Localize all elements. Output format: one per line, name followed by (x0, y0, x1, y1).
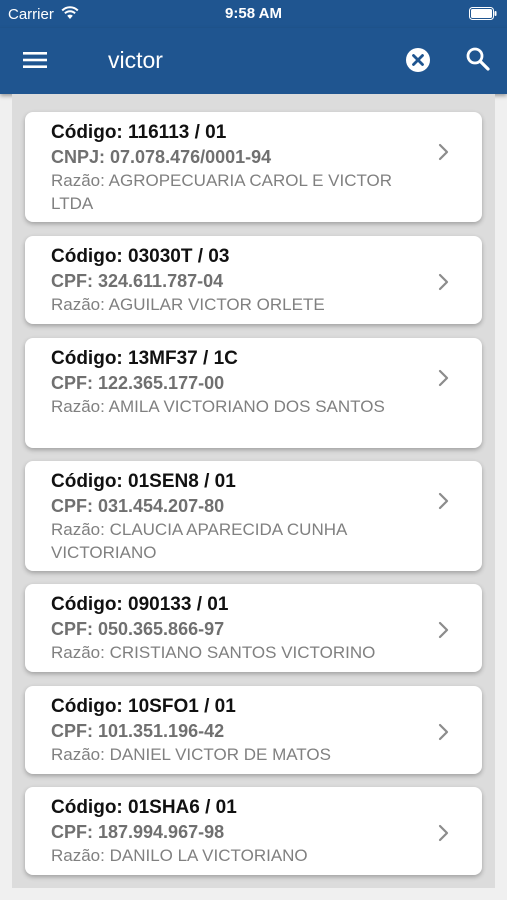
hamburger-menu-icon[interactable] (22, 47, 48, 73)
chevron-right-icon (438, 824, 449, 842)
chevron-right-icon (438, 143, 449, 161)
chevron-right-icon (438, 369, 449, 387)
result-card[interactable]: Código: 13MF37 / 1C CPF: 122.365.177-00 … (25, 338, 482, 448)
razao-label: Razão: AGROPECUARIA CAROL E VICTOR LTDA (51, 171, 393, 213)
battery-icon (469, 7, 497, 25)
chevron-right-icon (438, 492, 449, 510)
codigo-label: Código: 01SEN8 / 01 (51, 471, 236, 492)
chevron-right-icon (438, 621, 449, 639)
razao-label: Razão: DANILO LA VICTORIANO (51, 846, 308, 865)
codigo-label: Código: 116113 / 01 (51, 122, 227, 143)
document-label: CPF: 187.994.967-98 (51, 822, 225, 842)
chevron-right-icon (438, 723, 449, 741)
chevron-right-icon (438, 273, 449, 291)
razao-label: Razão: AGUILAR VICTOR ORLETE (51, 295, 325, 314)
razao-label: Razão: CLAUCIA APARECIDA CUNHA VICTORIAN… (51, 520, 347, 562)
clear-circle-icon[interactable] (405, 47, 431, 73)
razao-label: Razão: CRISTIANO SANTOS VICTORINO (51, 643, 376, 662)
document-label: CPF: 101.351.196-42 (51, 721, 225, 741)
results-list: Código: 116113 / 01 CNPJ: 07.078.476/000… (12, 94, 495, 888)
result-card[interactable]: Código: 01SEN8 / 01 CPF: 031.454.207-80 … (25, 461, 482, 571)
document-label: CPF: 031.454.207-80 (51, 496, 225, 516)
document-label: CPF: 122.365.177-00 (51, 373, 225, 393)
search-input[interactable] (108, 42, 378, 78)
result-card[interactable]: Código: 03030T / 03 CPF: 324.611.787-04 … (25, 236, 482, 324)
razao-label: Razão: DANIEL VICTOR DE MATOS (51, 745, 331, 764)
razao-label: Razão: AMILA VICTORIANO DOS SANTOS (51, 397, 385, 416)
result-card[interactable]: Código: 090133 / 01 CPF: 050.365.866-97 … (25, 584, 482, 672)
status-bar: Carrier 9:58 AM (0, 0, 507, 28)
document-label: CPF: 050.365.866-97 (51, 619, 225, 639)
document-label: CPF: 324.611.787-04 (51, 271, 224, 291)
codigo-label: Código: 10SFO1 / 01 (51, 696, 236, 717)
codigo-label: Código: 090133 / 01 (51, 594, 229, 615)
result-card[interactable]: Código: 01SHA6 / 01 CPF: 187.994.967-98 … (25, 787, 482, 875)
search-icon[interactable] (465, 46, 491, 72)
document-label: CNPJ: 07.078.476/0001-94 (51, 147, 272, 167)
app-bar (0, 28, 507, 94)
clock: 9:58 AM (225, 5, 282, 22)
codigo-label: Código: 03030T / 03 (51, 246, 230, 267)
result-card[interactable]: Código: 116113 / 01 CNPJ: 07.078.476/000… (25, 112, 482, 222)
codigo-label: Código: 13MF37 / 1C (51, 348, 238, 369)
codigo-label: Código: 01SHA6 / 01 (51, 797, 237, 818)
result-card[interactable]: Código: 10SFO1 / 01 CPF: 101.351.196-42 … (25, 686, 482, 774)
